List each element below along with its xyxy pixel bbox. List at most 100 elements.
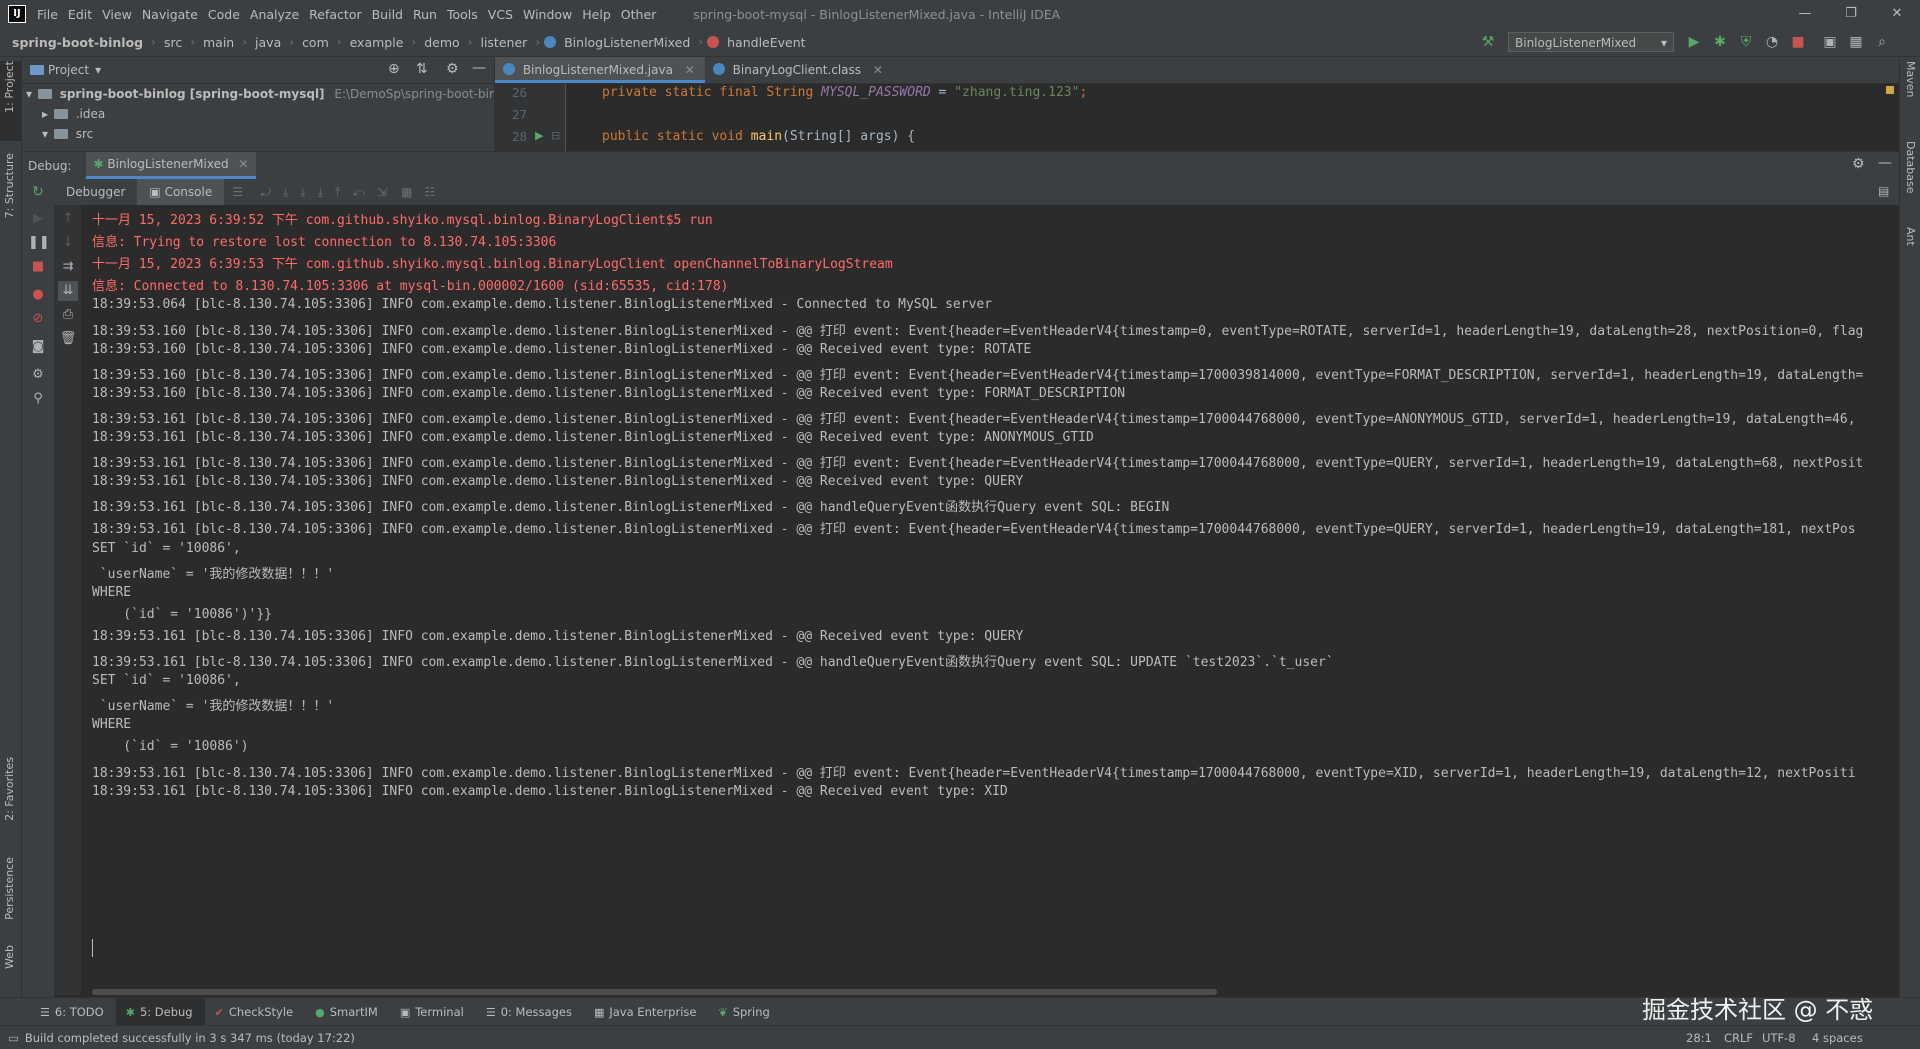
build-hammer-icon[interactable]: ⚒ xyxy=(1478,32,1498,52)
gear-icon[interactable]: ⚙ xyxy=(1852,156,1865,172)
tool-java-enterprise[interactable]: ▦Java Enterprise xyxy=(584,1005,709,1019)
force-step-into-icon[interactable]: ⤓ xyxy=(318,185,323,200)
evaluate-icon[interactable]: ▦ xyxy=(401,185,412,199)
tree-row-project-root[interactable]: ▾ spring-boot-binlog [spring-boot-mysql]… xyxy=(22,84,494,104)
step-over-icon[interactable]: ⤓ xyxy=(283,185,288,200)
warning-marker-icon[interactable] xyxy=(1886,86,1894,94)
status-message[interactable]: Build completed successfully in 3 s 347 … xyxy=(25,1031,355,1045)
editor-tab-binarylogclient[interactable]: BinaryLogClient.class ✕ xyxy=(705,57,893,83)
menu-code[interactable]: Code xyxy=(203,7,245,22)
trace-icon[interactable]: ☷ xyxy=(424,185,435,199)
tool-tab-favorites[interactable]: 2: Favorites xyxy=(0,757,21,847)
breadcrumb-demo[interactable]: demo xyxy=(420,35,463,50)
menu-other[interactable]: Other xyxy=(616,7,662,22)
close-tab-icon[interactable]: ✕ xyxy=(238,157,248,171)
down-arrow-icon[interactable]: ↓ xyxy=(58,233,78,253)
menu-help[interactable]: Help xyxy=(577,7,616,22)
drop-frame-icon[interactable]: ⤺ xyxy=(352,185,365,200)
hide-panel-icon[interactable]: — xyxy=(472,60,486,76)
profile-icon[interactable]: ◔ xyxy=(1762,32,1782,52)
gear-icon[interactable]: ⚙ xyxy=(446,61,459,77)
gear-icon[interactable]: ⚙ xyxy=(28,365,48,385)
tool-smartim[interactable]: ●SmartIM xyxy=(305,1005,390,1019)
menu-navigate[interactable]: Navigate xyxy=(137,7,203,22)
breadcrumb-java[interactable]: java xyxy=(251,35,285,50)
breadcrumb-method[interactable]: handleEvent xyxy=(723,35,809,50)
breadcrumb-listener[interactable]: listener xyxy=(476,35,531,50)
restore-layout-icon[interactable]: ▤ xyxy=(1878,184,1889,198)
pause-icon[interactable]: ❚❚ xyxy=(28,233,48,253)
stop-icon[interactable]: ■ xyxy=(28,257,48,277)
hide-panel-icon[interactable]: — xyxy=(1878,155,1892,171)
layout-icon[interactable]: ☰ xyxy=(232,185,243,199)
minimize-button[interactable]: — xyxy=(1782,0,1828,28)
resume-icon[interactable]: ▶ xyxy=(28,209,48,229)
indent-setting[interactable]: 4 spaces xyxy=(1812,1031,1863,1045)
sdk-icon[interactable]: ▦ xyxy=(1846,32,1866,52)
collapse-all-icon[interactable]: ⇅ xyxy=(416,61,428,77)
view-breakpoints-icon[interactable]: ● xyxy=(28,285,48,305)
coverage-icon[interactable]: ⛨ xyxy=(1736,32,1756,52)
run-icon[interactable]: ▶ xyxy=(1684,32,1704,52)
trash-icon[interactable]: 🗑 xyxy=(58,329,78,349)
line-separator[interactable]: CRLF xyxy=(1724,1031,1753,1045)
tool-tab-structure[interactable]: 7: Structure xyxy=(0,153,21,243)
breadcrumb-project[interactable]: spring-boot-binlog xyxy=(8,35,147,50)
step-into-icon[interactable]: ⤓ xyxy=(300,185,305,200)
menu-view[interactable]: View xyxy=(97,7,137,22)
tool-tab-persistence[interactable]: Persistence xyxy=(0,857,21,937)
debug-bug-icon[interactable]: ✱ xyxy=(1710,32,1730,52)
horizontal-scrollbar[interactable] xyxy=(92,989,1217,995)
step-out-icon[interactable]: ⤒ xyxy=(335,185,340,200)
breadcrumb-example[interactable]: example xyxy=(346,35,408,50)
menu-refactor[interactable]: Refactor xyxy=(304,7,366,22)
menu-window[interactable]: Window xyxy=(518,7,577,22)
fold-icon[interactable]: ⊟ xyxy=(551,129,560,142)
close-tab-icon[interactable]: ✕ xyxy=(685,63,695,77)
tree-row-idea[interactable]: ▸ .idea xyxy=(22,104,494,124)
menu-vcs[interactable]: VCS xyxy=(483,7,518,22)
rerun-icon[interactable]: ↻ xyxy=(22,184,54,200)
tool-tab-maven[interactable]: Maven xyxy=(1900,61,1920,121)
tab-debugger[interactable]: Debugger xyxy=(54,179,137,205)
debug-session-tab[interactable]: ✱ BinlogListenerMixed ✕ xyxy=(86,152,257,179)
breadcrumb-main[interactable]: main xyxy=(199,35,238,50)
close-tab-icon[interactable]: ✕ xyxy=(873,63,883,77)
run-gutter-icon[interactable]: ▶ xyxy=(535,129,543,142)
pin-icon[interactable]: ⚲ xyxy=(28,389,48,409)
locate-target-icon[interactable]: ⊕ xyxy=(388,61,400,77)
project-panel-title[interactable]: Project xyxy=(48,63,89,77)
breadcrumb-src[interactable]: src xyxy=(160,35,186,50)
console-output[interactable]: 十一月 15, 2023 6:39:52 下午 com.github.shyik… xyxy=(82,205,1899,995)
chevron-down-icon[interactable]: ▾ xyxy=(95,63,101,77)
tab-console[interactable]: ▣ Console xyxy=(137,179,224,205)
project-structure-icon[interactable]: ▣ xyxy=(1820,32,1840,52)
editor-tab-binloglistenermixed[interactable]: BinlogListenerMixed.java ✕ xyxy=(495,57,705,83)
tool-debug[interactable]: ✱5: Debug xyxy=(116,998,205,1026)
show-execution-point-icon[interactable]: ⤾ xyxy=(261,185,271,200)
tool-spring[interactable]: ❦Spring xyxy=(708,1005,781,1019)
tool-tab-web[interactable]: Web xyxy=(0,945,21,995)
tool-checkstyle[interactable]: ✔CheckStyle xyxy=(205,1005,305,1019)
tool-tab-database[interactable]: Database xyxy=(1900,141,1920,221)
mute-breakpoints-icon[interactable]: ⊘ xyxy=(28,309,48,329)
maximize-button[interactable]: ❐ xyxy=(1828,0,1874,28)
search-everywhere-icon[interactable]: ⌕ xyxy=(1872,32,1892,52)
scroll-to-end-icon[interactable]: ⇊ xyxy=(58,281,78,301)
stop-icon[interactable]: ■ xyxy=(1788,32,1808,52)
code-editor[interactable]: private static final String MYSQL_PASSWO… xyxy=(566,84,1899,151)
menu-build[interactable]: Build xyxy=(367,7,408,22)
print-icon[interactable]: ⎙ xyxy=(58,305,78,325)
tree-row-src[interactable]: ▾ src xyxy=(22,124,494,144)
close-window-button[interactable]: ✕ xyxy=(1874,0,1920,28)
breadcrumb-com[interactable]: com xyxy=(298,35,333,50)
breadcrumb-class[interactable]: BinlogListenerMixed xyxy=(560,35,694,50)
tool-tab-ant[interactable]: Ant xyxy=(1900,227,1920,267)
run-to-cursor-icon[interactable]: ⇲ xyxy=(377,185,387,199)
tool-messages[interactable]: ☰0: Messages xyxy=(476,1005,584,1019)
menu-edit[interactable]: Edit xyxy=(63,7,97,22)
up-arrow-icon[interactable]: ↑ xyxy=(58,209,78,229)
tool-tab-project[interactable]: 1: Project xyxy=(0,61,21,141)
menu-analyze[interactable]: Analyze xyxy=(245,7,304,22)
menu-run[interactable]: Run xyxy=(408,7,442,22)
